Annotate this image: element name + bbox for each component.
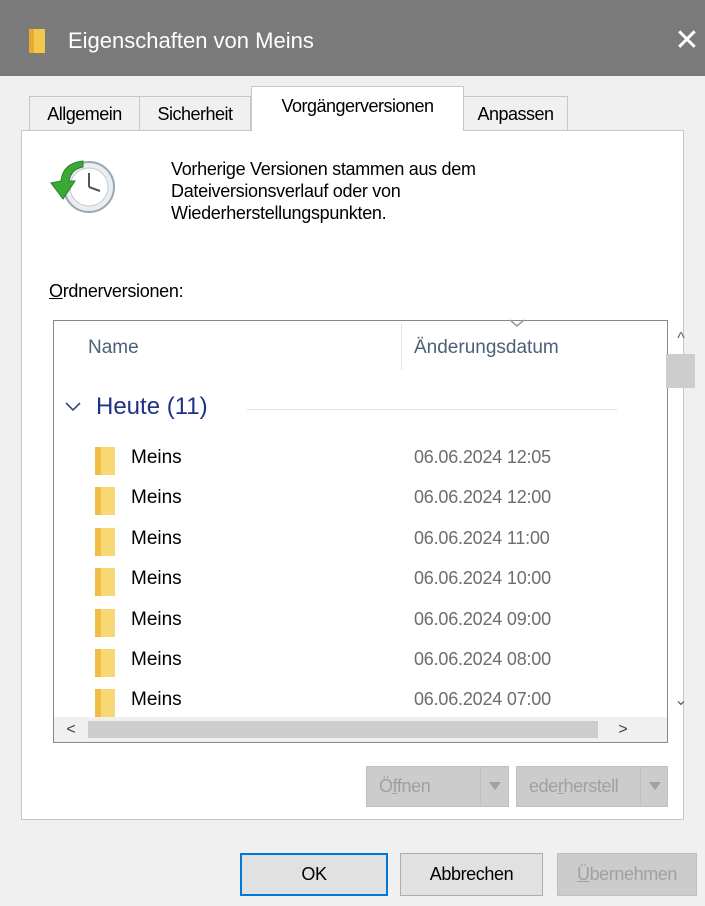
item-name: Meins xyxy=(131,528,182,549)
title-bar: Eigenschaften von Meins ✕ xyxy=(0,0,705,76)
item-date: 06.06.2024 11:00 xyxy=(414,528,550,548)
folder-icon xyxy=(95,609,115,637)
restore-clock-icon xyxy=(50,160,115,213)
info-line-1: Vorherige Versionen stammen aus dem xyxy=(171,159,476,179)
tab-vorgaengerversionen[interactable]: Vorgängerversionen xyxy=(251,86,464,131)
group-header-today[interactable]: Heute (11) xyxy=(96,393,208,421)
accelerator-key: Ü xyxy=(576,864,590,884)
sort-chevron-icon xyxy=(509,319,525,327)
group-divider-line xyxy=(247,409,617,410)
restore-label-start: ede xyxy=(529,776,558,796)
folder-icon xyxy=(95,689,115,717)
folder-icon xyxy=(95,649,115,677)
cancel-button[interactable]: Abbrechen xyxy=(400,853,543,896)
item-date: 06.06.2024 07:00 xyxy=(414,689,551,709)
item-name: Meins xyxy=(131,568,182,589)
window-title: Eigenschaften von Meins xyxy=(68,28,314,53)
item-name: Meins xyxy=(131,649,182,670)
accelerator-key: O xyxy=(49,281,63,301)
dropdown-arrow-icon xyxy=(649,782,661,790)
horizontal-scroll-thumb[interactable] xyxy=(88,721,598,738)
vertical-scroll-thumb[interactable] xyxy=(666,354,695,388)
info-text: Vorherige Versionen stammen aus dem Date… xyxy=(171,158,476,224)
group-collapse-chevron-icon[interactable] xyxy=(64,397,82,415)
column-header-date[interactable]: Änderungsdatum xyxy=(414,337,559,359)
folder-icon xyxy=(95,568,115,596)
folder-icon xyxy=(95,487,115,515)
restore-split-button[interactable]: ederherstell xyxy=(516,766,668,807)
info-line-2: Dateiversionsverlauf oder von xyxy=(171,181,401,201)
scroll-down-button[interactable]: ⌄ xyxy=(666,690,696,714)
scroll-right-button[interactable]: > xyxy=(610,717,636,742)
folder-versions-label: Ordnerversionen: xyxy=(49,281,184,302)
scroll-up-button[interactable]: ^ xyxy=(666,330,696,354)
close-button[interactable]: ✕ xyxy=(672,24,702,58)
open-split-button[interactable]: Öffnen xyxy=(366,766,509,807)
ok-button[interactable]: OK xyxy=(240,853,388,896)
info-line-3: Wiederherstellungspunkten. xyxy=(171,203,387,223)
folder-icon xyxy=(95,447,115,475)
open-dropdown-arrow[interactable] xyxy=(480,767,508,806)
list-item[interactable]: Meins 06.06.2024 09:00 xyxy=(86,603,616,643)
tab-sicherheit[interactable]: Sicherheit xyxy=(139,96,251,130)
item-date: 06.06.2024 09:00 xyxy=(414,609,551,629)
list-item[interactable]: Meins 06.06.2024 12:05 xyxy=(86,441,616,481)
scroll-left-button[interactable]: < xyxy=(58,717,84,742)
item-date: 06.06.2024 10:00 xyxy=(414,568,551,588)
dropdown-arrow-icon xyxy=(489,782,501,790)
apply-button-label: bernehmen xyxy=(589,864,678,884)
apply-button[interactable]: Übernehmen xyxy=(557,853,697,896)
item-name: Meins xyxy=(131,609,182,630)
column-divider[interactable] xyxy=(401,324,402,370)
list-item[interactable]: Meins 06.06.2024 07:00 xyxy=(86,683,616,717)
item-date: 06.06.2024 12:05 xyxy=(414,447,551,467)
list-item[interactable]: Meins 06.06.2024 10:00 xyxy=(86,562,616,602)
item-name: Meins xyxy=(131,487,182,508)
folder-icon xyxy=(29,29,45,53)
folder-versions-label-text: rdnerversionen: xyxy=(62,281,184,301)
list-item[interactable]: Meins 06.06.2024 08:00 xyxy=(86,643,616,683)
item-name: Meins xyxy=(131,689,182,710)
restore-dropdown-arrow[interactable] xyxy=(640,767,667,806)
item-date: 06.06.2024 12:00 xyxy=(414,487,551,507)
open-label-end: fnen xyxy=(396,776,431,796)
folder-icon xyxy=(95,528,115,556)
tab-allgemein[interactable]: Allgemein xyxy=(29,96,140,130)
restore-label-end: herstell xyxy=(563,776,619,796)
tab-anpassen[interactable]: Anpassen xyxy=(463,96,568,130)
item-name: Meins xyxy=(131,447,182,468)
item-date: 06.06.2024 08:00 xyxy=(414,649,551,669)
restore-button-label: ederherstell xyxy=(529,767,619,806)
open-button-label: Öffnen xyxy=(379,767,431,806)
open-label-start: Ö xyxy=(379,776,393,796)
column-header-name[interactable]: Name xyxy=(88,337,139,359)
list-item[interactable]: Meins 06.06.2024 11:00 xyxy=(86,522,616,562)
list-item[interactable]: Meins 06.06.2024 12:00 xyxy=(86,481,616,521)
